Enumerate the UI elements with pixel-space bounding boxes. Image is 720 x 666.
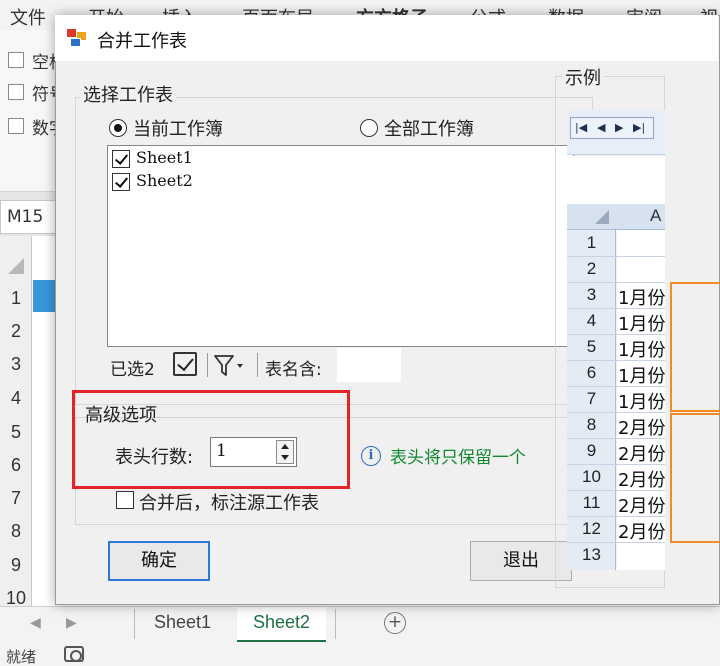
advanced-options-legend: 高级选项	[85, 405, 157, 426]
mark-source-label[interactable]: 合并后，标注源工作表	[139, 489, 319, 515]
sheet-tab-bar: ◀ ▶ Sheet1 Sheet2	[0, 606, 720, 643]
preview-row-number: 3	[586, 285, 597, 304]
sheet2-checkbox[interactable]	[112, 173, 130, 191]
app-icon	[67, 29, 87, 47]
header-rows-label: 表头行数:	[115, 447, 194, 468]
sheet1-checkbox[interactable]	[112, 150, 130, 168]
radio-current-workbook-label[interactable]: 当前工作簿	[133, 115, 223, 141]
nav-prev-icon: ◀	[597, 121, 606, 134]
sheet-nav-next-icon[interactable]: ▶	[66, 615, 77, 631]
preview-corner	[595, 210, 609, 224]
preview-cell: 2月份	[618, 522, 665, 543]
row-number: 1	[10, 288, 21, 308]
status-bar: 就绪	[0, 642, 720, 666]
ribbon-checkbox-number[interactable]	[8, 118, 24, 134]
preview-cell: 1月份	[618, 366, 665, 387]
preview-row-number: 5	[586, 337, 597, 356]
preview-cell: 2月份	[618, 418, 665, 439]
radio-all-workbooks-label[interactable]: 全部工作簿	[384, 115, 474, 141]
preview-cell: 1月份	[618, 392, 665, 413]
preview-row-number: 12	[582, 519, 601, 538]
radio-all-workbooks[interactable]	[360, 119, 378, 137]
name-contains-input[interactable]	[337, 348, 401, 382]
preview-gridline	[567, 256, 665, 257]
nav-last-icon: ▶|	[633, 121, 646, 134]
preview-cell: 1月份	[618, 340, 665, 361]
row-number: 7	[10, 488, 21, 508]
selected-count: 已选2	[110, 360, 155, 380]
preview-blank-area	[567, 156, 665, 204]
select-sheets-legend: 选择工作表	[80, 81, 176, 107]
sheet-nav-prev-icon[interactable]: ◀	[30, 615, 41, 631]
preview-row-number: 11	[582, 493, 601, 512]
header-rows-value[interactable]: 1	[216, 441, 227, 461]
row-number: 4	[10, 388, 21, 408]
preview-row-number: 7	[586, 389, 597, 408]
filter-icon[interactable]	[213, 354, 249, 378]
stepper-buttons[interactable]	[276, 440, 294, 464]
nav-first-icon: |◀	[575, 121, 588, 134]
dialog-title: 合并工作表	[97, 31, 187, 52]
select-all-check-icon[interactable]	[173, 352, 197, 376]
preview-group-outline-jan	[670, 282, 720, 412]
preview-row-number: 2	[586, 259, 597, 278]
preview-row-number: 13	[582, 545, 601, 564]
name-box[interactable]: M15	[0, 200, 56, 234]
row-number: 8	[10, 521, 21, 541]
preview-cell: 1月份	[618, 314, 665, 335]
row-number: 3	[10, 354, 21, 374]
preview-group-outline-feb	[670, 413, 720, 543]
row-number: 5	[10, 422, 21, 442]
tab-divider	[335, 609, 336, 639]
name-contains-label: 表名含:	[265, 360, 322, 380]
preview-row-number: 9	[586, 441, 597, 460]
ribbon-checkbox-space[interactable]	[8, 52, 24, 68]
tab-divider	[134, 609, 135, 639]
sheet-tab-sheet2[interactable]: Sheet2	[237, 607, 327, 643]
preview-row-number: 8	[586, 415, 597, 434]
preview-cell: 2月份	[618, 444, 665, 465]
ribbon-tab-file[interactable]: 文件	[10, 4, 46, 30]
stepper-up-icon[interactable]	[281, 444, 289, 449]
preview-row-number: 1	[586, 233, 597, 252]
dialog-titlebar[interactable]: 合并工作表	[55, 15, 718, 61]
macro-record-icon[interactable]	[64, 646, 84, 662]
sheet1-label: Sheet1	[136, 148, 193, 167]
row-number: 6	[10, 455, 21, 475]
preview-cell: 2月份	[618, 470, 665, 491]
mark-source-checkbox[interactable]	[116, 491, 134, 509]
row-number: 9	[10, 555, 21, 575]
select-all-corner[interactable]	[8, 258, 24, 274]
preview-cell: 2月份	[618, 496, 665, 517]
preview-row-number: 10	[582, 467, 601, 486]
preview-column-a: A	[650, 206, 662, 225]
preview-legend: 示例	[562, 64, 604, 90]
preview-gridline	[567, 282, 665, 283]
preview-sheet-nav: |◀ ◀ ▶ ▶|	[570, 117, 654, 139]
add-sheet-icon[interactable]: +	[384, 612, 406, 634]
preview-cell: 1月份	[618, 288, 665, 309]
status-text: 就绪	[6, 648, 37, 666]
info-icon: i	[361, 446, 381, 466]
toolbar-divider	[207, 353, 208, 377]
header-info-text: 表头将只保留一个	[390, 448, 526, 468]
preview-row-number: 6	[586, 363, 597, 382]
radio-current-workbook[interactable]	[109, 119, 127, 137]
nav-next-icon: ▶	[615, 121, 624, 134]
sheet-list[interactable]: Sheet1 Sheet2	[107, 145, 574, 347]
preview-row-number: 4	[586, 311, 597, 330]
stepper-down-icon[interactable]	[281, 455, 289, 460]
ribbon-checkbox-symbol[interactable]	[8, 84, 24, 100]
ok-button[interactable]: 确定	[108, 541, 210, 581]
row-number: 2	[10, 321, 21, 341]
sheet2-label: Sheet2	[136, 171, 193, 190]
header-rows-stepper[interactable]: 1	[210, 437, 297, 467]
sheet-tab-sheet1[interactable]: Sheet1	[138, 607, 227, 643]
toolbar-divider	[257, 353, 258, 377]
selected-cell[interactable]	[33, 280, 57, 312]
